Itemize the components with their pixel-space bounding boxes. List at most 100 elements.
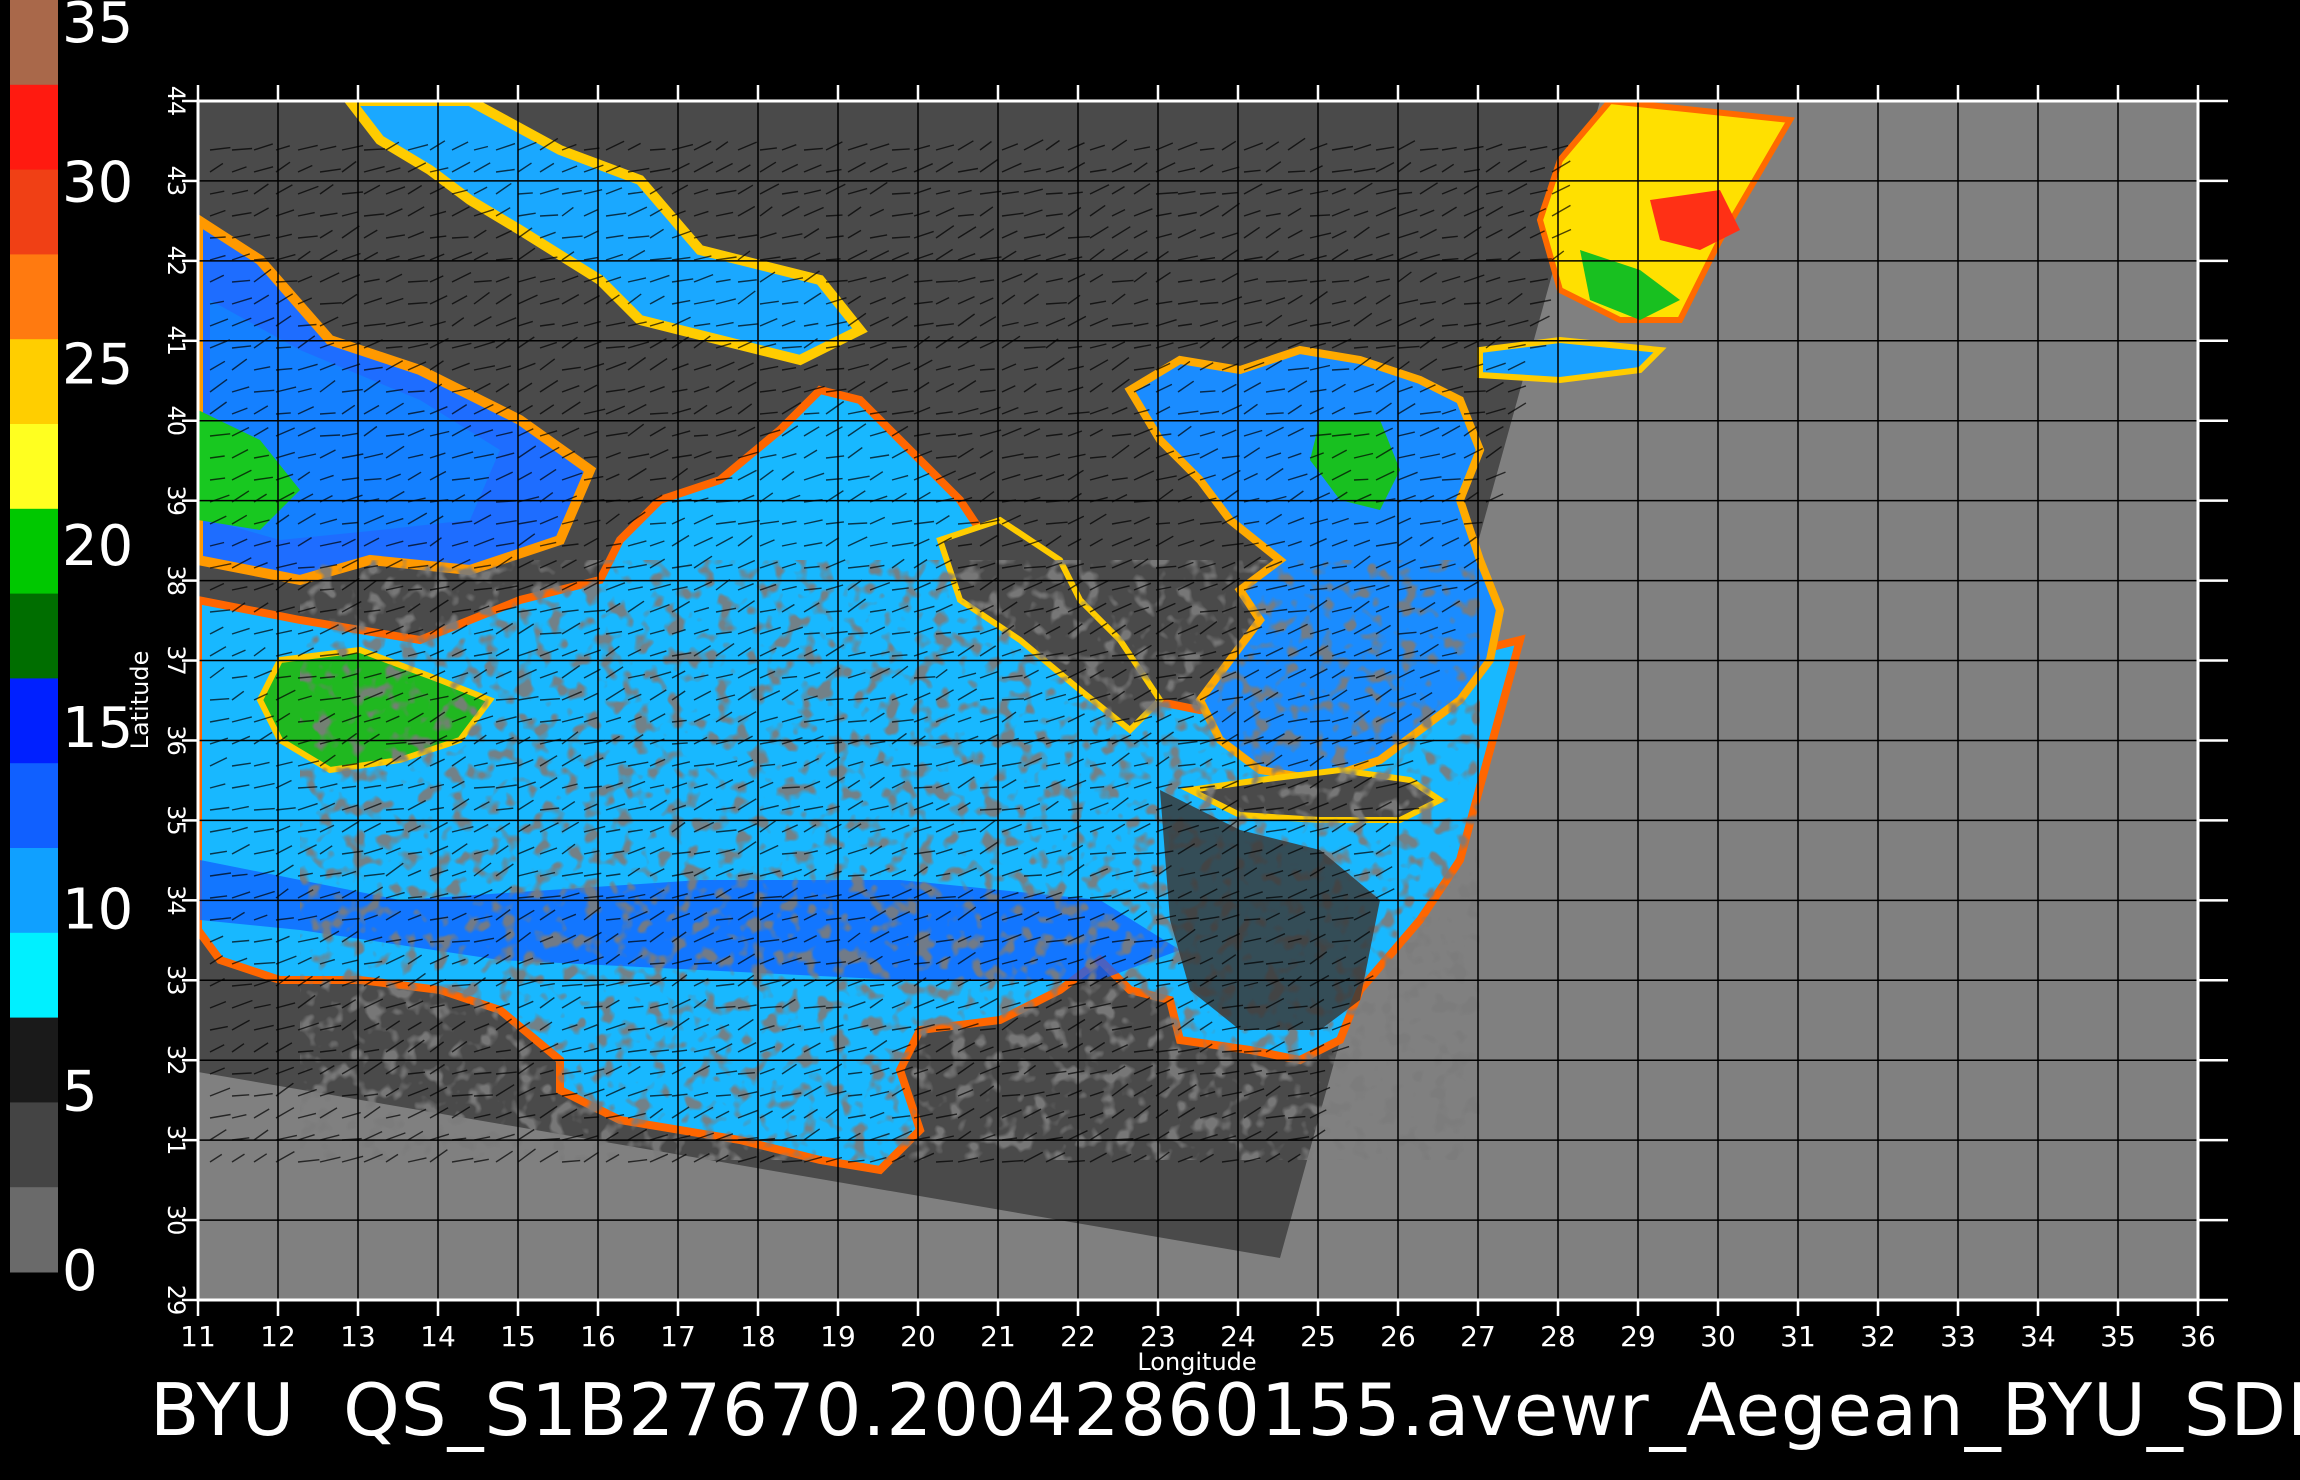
wind-speed-colorbar — [10, 0, 58, 1273]
colorbar-label: 20 — [62, 514, 133, 579]
wind-vector — [649, 148, 666, 151]
colorbar-label: 15 — [62, 696, 133, 761]
wind-vector — [1353, 478, 1369, 481]
lon-tick-label: 16 — [580, 1320, 616, 1353]
wind-vector — [231, 1072, 252, 1075]
wind-vector — [539, 214, 559, 217]
lon-tick-label: 18 — [740, 1320, 776, 1353]
lon-tick-label: 34 — [2020, 1320, 2056, 1353]
lat-tick-label: 37 — [162, 645, 190, 676]
lon-tick-label: 20 — [900, 1320, 936, 1353]
lon-tick-label: 11 — [180, 1320, 216, 1353]
lat-tick-label: 43 — [162, 166, 190, 197]
lon-tick-label: 31 — [1780, 1320, 1816, 1353]
wind-vector — [1331, 368, 1350, 371]
lon-tick-label: 21 — [980, 1320, 1016, 1353]
wind-vector — [1463, 478, 1479, 481]
wind-vector — [979, 368, 995, 371]
colorbar-label: 30 — [62, 151, 133, 216]
lon-tick-label: 25 — [1300, 1320, 1336, 1353]
wind-vector — [781, 786, 800, 789]
lat-tick-label: 31 — [162, 1125, 190, 1156]
wind-vector — [891, 192, 911, 195]
wind-vector — [319, 588, 335, 591]
lon-tick-label: 14 — [420, 1320, 456, 1353]
colorbar-band — [10, 339, 58, 425]
caption-source: BYU — [150, 1368, 296, 1452]
colorbar-label: 5 — [62, 1059, 98, 1124]
lat-tick-label: 32 — [162, 1045, 190, 1076]
wind-vector — [913, 786, 933, 789]
colorbar-band — [10, 84, 58, 171]
colorbar-label: 35 — [62, 0, 133, 56]
wind-vector — [297, 566, 315, 569]
lat-tick-label: 41 — [162, 326, 190, 357]
lat-tick-label: 44 — [162, 86, 190, 117]
wind-vector — [429, 940, 445, 943]
lon-tick-label: 36 — [2180, 1320, 2216, 1353]
wind-vector — [319, 434, 341, 437]
wind-vector — [847, 522, 868, 525]
lat-tick-label: 39 — [162, 485, 190, 516]
wind-vector — [825, 214, 843, 217]
lat-tick-label: 34 — [162, 885, 190, 916]
wind-vector — [539, 962, 555, 965]
lat-tick-label: 42 — [162, 246, 190, 277]
lat-tick-label: 38 — [162, 565, 190, 596]
wind-vector — [693, 434, 709, 437]
colorbar-band — [10, 424, 58, 510]
lon-tick-label: 15 — [500, 1320, 536, 1353]
colorbar-labels: 35 30 25 20 15 10 5 0 — [62, 0, 133, 1304]
colorbar-band — [10, 763, 58, 849]
colorbar-band — [10, 254, 58, 340]
lon-tick-label: 12 — [260, 1320, 296, 1353]
lon-tick-label: 13 — [340, 1320, 376, 1353]
lat-tick-label: 33 — [162, 965, 190, 996]
wind-vector — [847, 874, 865, 877]
wind-vector — [1287, 170, 1306, 173]
colorbar-band — [10, 1187, 58, 1273]
y-axis-label: Latitude — [126, 651, 154, 750]
wind-vector — [473, 1094, 493, 1097]
colorbar-band — [10, 0, 58, 86]
colorbar-band — [10, 169, 58, 255]
colorbar-label: 10 — [62, 878, 133, 943]
lon-tick-label: 26 — [1380, 1320, 1416, 1353]
wind-vector — [825, 1006, 842, 1009]
lon-tick-label: 29 — [1620, 1320, 1656, 1353]
colorbar-band — [10, 932, 58, 1019]
lat-tick-label: 35 — [162, 805, 190, 836]
lon-tick-label: 28 — [1540, 1320, 1576, 1353]
colorbar-band — [10, 508, 58, 595]
wind-vector — [803, 632, 820, 635]
lat-tick-label: 36 — [162, 725, 190, 756]
lon-tick-label: 22 — [1060, 1320, 1096, 1353]
wind-vector — [209, 236, 226, 239]
wind-vector — [803, 412, 820, 415]
colorbar-label: 0 — [62, 1239, 98, 1304]
lon-tick-label: 35 — [2100, 1320, 2136, 1353]
wind-vector — [1023, 874, 1042, 877]
wind-vector — [1045, 192, 1063, 195]
wind-vector — [1023, 1006, 1039, 1009]
lon-tick-label: 17 — [660, 1320, 696, 1353]
wind-vector — [979, 786, 998, 789]
lat-tick-label: 29 — [162, 1285, 190, 1316]
plot-area — [198, 101, 2198, 1300]
wind-vector — [451, 236, 469, 239]
wind-vector — [825, 610, 842, 613]
colorbar-band — [10, 1102, 58, 1188]
image-caption: BYU QS_S1B27670.20042860155.avewr_Aegean_… — [150, 1368, 2300, 1452]
wind-vector — [1485, 258, 1502, 261]
lon-tick-label: 30 — [1700, 1320, 1736, 1353]
lon-tick-label: 32 — [1860, 1320, 1896, 1353]
lat-tick-label: 30 — [162, 1205, 190, 1236]
caption-file: QS_S1B27670.20042860155.avewr_Aegean_BYU… — [343, 1368, 2300, 1452]
lon-tick-label: 27 — [1460, 1320, 1496, 1353]
wind-map: 35 30 25 20 15 10 5 0 11 12 13 14 15 16 17 18 1… — [10, 0, 2228, 1376]
wind-vector — [407, 390, 425, 393]
colorbar-band — [10, 848, 58, 934]
colorbar-band — [10, 678, 58, 764]
wind-vector — [1199, 808, 1217, 811]
colorbar-band — [10, 1017, 58, 1103]
